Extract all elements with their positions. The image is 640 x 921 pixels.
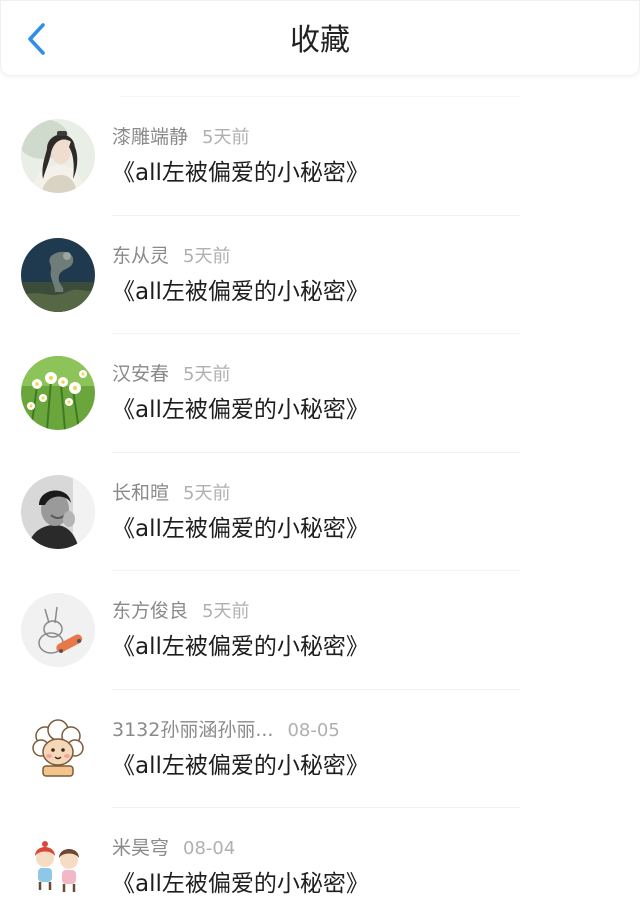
item-meta: 东从灵 5天前 <box>112 243 230 270</box>
avatar[interactable] <box>21 711 95 786</box>
item-meta: 东方俊良 5天前 <box>112 598 249 625</box>
timestamp: 5天前 <box>202 601 250 622</box>
author-name[interactable]: 东方俊良 <box>112 600 188 622</box>
book-title[interactable]: 《all左被偏爱的小秘密》 <box>112 277 369 307</box>
item-meta: 长和暄 5天前 <box>112 480 230 507</box>
book-title[interactable]: 《all左被偏爱的小秘密》 <box>112 632 369 662</box>
avatar[interactable] <box>21 356 95 430</box>
author-name[interactable]: 漆雕端静 <box>112 126 188 148</box>
item-meta: 3132孙丽涵孙丽... 08-05 <box>112 717 340 744</box>
avatar[interactable] <box>21 119 95 193</box>
avatar[interactable] <box>21 237 95 312</box>
author-name[interactable]: 米昊穹 <box>112 837 169 859</box>
book-title[interactable]: 《all左被偏爱的小秘密》 <box>112 395 369 425</box>
list-item[interactable]: 漆雕端静 5天前 《all左被偏爱的小秘密》 <box>0 97 640 216</box>
list-item[interactable]: 东从灵 5天前 《all左被偏爱的小秘密》 <box>0 216 640 334</box>
author-name[interactable]: 长和暄 <box>112 482 169 504</box>
author-name[interactable]: 3132孙丽涵孙丽... <box>112 719 273 741</box>
timestamp: 5天前 <box>183 482 231 504</box>
book-title[interactable]: 《all左被偏爱的小秘密》 <box>112 158 369 188</box>
book-title[interactable]: 《all左被偏爱的小秘密》 <box>112 514 369 544</box>
list-item[interactable]: 3132孙丽涵孙丽... 08-05 《all左被偏爱的小秘密》 <box>0 690 640 808</box>
timestamp: 5天前 <box>183 245 231 267</box>
favorites-list: 漆雕端静 5天前 《all左被偏爱的小秘密》 东从灵 5天前 《all左被偏爱的小秘… <box>0 97 640 921</box>
timestamp: 08-04 <box>183 838 236 859</box>
avatar[interactable] <box>21 830 95 904</box>
author-name[interactable]: 东从灵 <box>112 245 169 267</box>
list-item[interactable]: 汉安春 5天前 《all左被偏爱的小秘密》 <box>0 334 640 453</box>
top-bar: 收藏 <box>0 0 640 76</box>
favorites-page: 收藏 漆雕端静 5天前 《all左被偏爱的小秘密》 东从灵 5天前 《all左被… <box>0 0 640 921</box>
item-meta: 汉安春 5天前 <box>112 361 230 388</box>
author-name[interactable]: 汉安春 <box>112 363 169 385</box>
timestamp: 5天前 <box>202 127 250 148</box>
timestamp: 5天前 <box>183 364 231 385</box>
timestamp: 08-05 <box>287 719 340 741</box>
book-title[interactable]: 《all左被偏爱的小秘密》 <box>112 869 369 899</box>
page-title: 收藏 <box>290 23 350 58</box>
item-meta: 米昊穹 08-04 <box>112 835 235 862</box>
list-item[interactable]: 长和暄 5天前 《all左被偏爱的小秘密》 <box>0 453 640 571</box>
item-meta: 漆雕端静 5天前 <box>112 124 249 151</box>
list-item[interactable]: 东方俊良 5天前 《all左被偏爱的小秘密》 <box>0 571 640 690</box>
book-title[interactable]: 《all左被偏爱的小秘密》 <box>112 751 369 781</box>
avatar[interactable] <box>21 474 95 549</box>
list-item[interactable]: 米昊穹 08-04 《all左被偏爱的小秘密》 <box>0 808 640 921</box>
avatar[interactable] <box>21 593 95 667</box>
